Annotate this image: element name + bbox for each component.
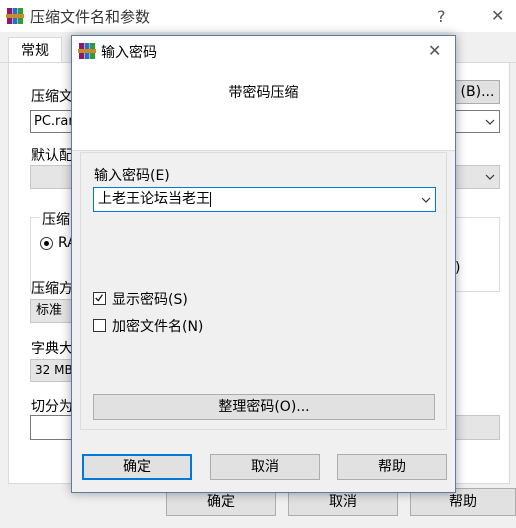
checkmark-icon: [95, 294, 103, 302]
dialog-ok-button[interactable]: 确定: [82, 454, 192, 480]
winrar-app-icon: [6, 8, 24, 24]
password-value: 上老王论坛当老王: [98, 191, 210, 207]
dialog-cancel-button[interactable]: 取消: [210, 454, 320, 480]
format-rar-radio[interactable]: [40, 237, 53, 250]
chevron-down-icon[interactable]: [421, 197, 431, 203]
chevron-down-icon: [485, 174, 495, 180]
dict-label: 字典大: [31, 341, 73, 357]
encrypt-names-label: 加密文件名(N): [112, 319, 204, 335]
chevron-down-icon: [485, 119, 495, 125]
default-config-label: 默认配: [31, 148, 73, 164]
split-unit-combo[interactable]: [455, 415, 500, 440]
close-icon[interactable]: ✕: [491, 6, 504, 25]
archive-name-value: PC.rar: [34, 114, 74, 129]
main-window-title: 压缩文件名和参数: [30, 8, 151, 26]
method-value: 标准: [36, 303, 63, 318]
dict-value: 32 MB: [35, 363, 73, 377]
password-label: 输入密码(E): [94, 168, 170, 184]
split-input[interactable]: [30, 415, 75, 440]
tab-general[interactable]: 常规: [8, 37, 62, 64]
show-password-label: 显示密码(S): [112, 292, 188, 308]
text-caret: [210, 191, 211, 207]
winrar-app-icon: [78, 43, 96, 59]
split-label: 切分为: [31, 399, 73, 415]
format-group-label: 压缩: [40, 209, 72, 229]
organize-passwords-button[interactable]: 整理密码(O)...: [93, 394, 435, 420]
archive-name-label: 压缩文: [31, 89, 73, 105]
method-label: 压缩方: [31, 281, 73, 297]
dialog-heading: 带密码压缩: [228, 85, 299, 101]
help-titlebar-button[interactable]: ?: [437, 7, 446, 26]
close-icon[interactable]: ✕: [428, 41, 441, 60]
method-combo[interactable]: 标准: [30, 299, 75, 323]
dialog-title: 输入密码: [101, 45, 157, 61]
password-dialog: 输入密码 ✕ 带密码压缩 输入密码(E) 上老王论坛当老王 显示密码(S) 加密…: [71, 35, 456, 493]
show-password-checkbox[interactable]: [93, 292, 106, 305]
dict-combo[interactable]: 32 MB: [30, 359, 75, 382]
browse-button[interactable]: (B)...: [455, 80, 500, 104]
password-input[interactable]: 上老王论坛当老王: [93, 187, 436, 212]
encrypt-names-checkbox[interactable]: [93, 319, 106, 332]
dialog-help-button[interactable]: 帮助: [337, 454, 447, 480]
dialog-header-area: [72, 66, 455, 151]
